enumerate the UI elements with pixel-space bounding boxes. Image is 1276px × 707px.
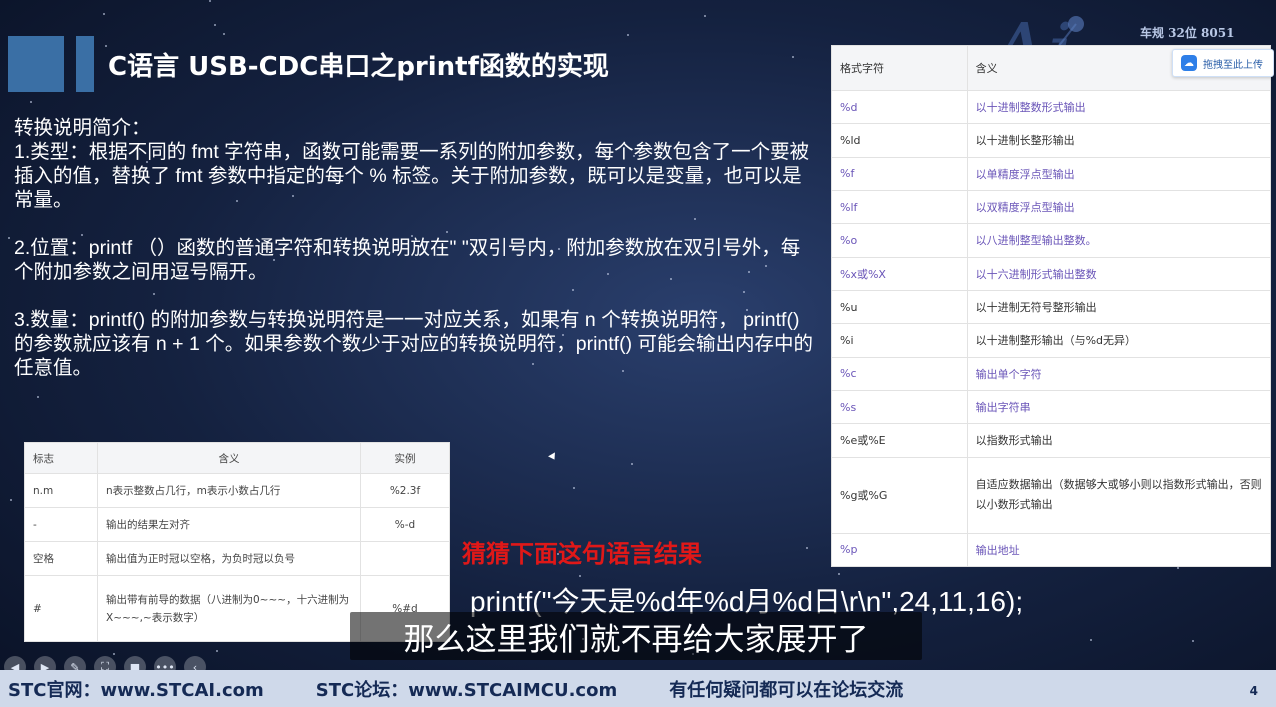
guess-prompt: 猜猜下面这句语言结果 <box>462 540 702 568</box>
star <box>105 45 107 47</box>
table-cell: 以双精度浮点型输出 <box>966 189 1272 225</box>
star <box>806 547 808 549</box>
table-cell: 以十进制整形输出（与%d无异） <box>966 323 1272 358</box>
format-char-table: 格式字符 含义 %d 以十进制整数形式输出 %ld 以十进制长整形输出 %f 以单精度… <box>831 45 1272 568</box>
paragraph-count: 3.数量：printf() 的附加参数与转换说明符是一一对应关系，如果有 n 个… <box>14 309 814 379</box>
table-row: %u 以十进制无符号整形输出 <box>831 289 1272 325</box>
star <box>216 650 218 652</box>
star <box>627 34 629 36</box>
table-cell: 以八进制整型输出整数。 <box>966 223 1272 258</box>
table-row: %i 以十进制整形输出（与%d无异） <box>831 323 1272 358</box>
table-cell: %f <box>831 156 968 191</box>
star <box>209 0 211 2</box>
footer-bar: STC官网：www.STCAI.com STC论坛：www.STCAIMCU.c… <box>0 670 1276 707</box>
star <box>631 463 633 465</box>
star <box>792 56 794 58</box>
table-cell: - <box>24 507 98 542</box>
table-cell: 以十六进制形式输出整数 <box>966 256 1272 291</box>
body-text: 转换说明简介： 1.类型：根据不同的 fmt 字符串，函数可能需要一系列的附加参… <box>14 116 814 404</box>
table-cell: %o <box>831 223 968 258</box>
title-accent-bar <box>76 36 94 92</box>
table-cell: %lf <box>831 189 968 225</box>
table-row: %x或%X 以十六进制形式输出整数 <box>831 256 1272 291</box>
table-cell: 以指数形式输出 <box>966 423 1272 458</box>
table-cell: 以十进制无符号整形输出 <box>966 289 1272 325</box>
page-number: 4 <box>1249 684 1258 698</box>
table-row: %g或%G 自适应数据输出（数据够大或够小则以指数形式输出，否则以小数形式输出 <box>831 456 1272 534</box>
slide-title: C语言 USB-CDC串口之printf函数的实现 <box>108 52 609 82</box>
table-cell: 以十进制整数形式输出 <box>966 89 1272 125</box>
footer-note: 有任何疑问都可以在论坛交流 <box>669 679 904 701</box>
table-row: %c 输出单个字符 <box>831 356 1272 391</box>
table-cell: %i <box>831 323 968 358</box>
table-header: 实例 <box>360 442 450 474</box>
table-header: 格式字符 <box>831 45 968 91</box>
table-cell: 输出的结果左对齐 <box>97 507 361 542</box>
table-cell: n表示整数占几行，m表示小数占几行 <box>97 473 361 508</box>
table-cell: 空格 <box>24 541 98 576</box>
table-cell: %x或%X <box>831 256 968 291</box>
paragraph-type: 转换说明简介： 1.类型：根据不同的 fmt 字符串，函数可能需要一系列的附加参… <box>14 117 810 211</box>
star <box>1090 639 1092 641</box>
upload-button[interactable]: ☁ 拖拽至此上传 <box>1172 49 1274 77</box>
table-row: 空格 输出值为正时冠以空格，为负时冠以负号 <box>24 541 450 576</box>
star <box>103 13 105 15</box>
table-row: %e或%E 以指数形式输出 <box>831 423 1272 458</box>
table-cell: # <box>24 575 98 642</box>
logo-tagline: 车规 32位 8051 <box>1140 26 1235 40</box>
table-cell: %u <box>831 289 968 325</box>
table-cell: %g或%G <box>831 456 968 534</box>
table-row: %lf 以双精度浮点型输出 <box>831 189 1272 225</box>
star <box>1192 640 1194 642</box>
cloud-upload-icon: ☁ <box>1181 55 1197 71</box>
upload-button-label: 拖拽至此上传 <box>1203 59 1263 71</box>
star <box>30 101 32 103</box>
star <box>838 573 840 575</box>
table-row: %ld 以十进制长整形输出 <box>831 123 1272 158</box>
star <box>113 653 115 655</box>
paragraph-position: 2.位置：printf （）函数的普通字符和转换说明放在" "双引号内，附加参数… <box>14 237 801 283</box>
table-header: 标志 <box>24 442 98 474</box>
table-cell: 输出带有前导的数据（八进制为0~~~，十六进制为X~~~,~表示数字） <box>97 575 361 642</box>
table-cell: %s <box>831 389 968 425</box>
video-subtitle: 那么这里我们就不再给大家展开了 <box>350 612 922 660</box>
star <box>223 33 225 35</box>
star <box>8 237 10 239</box>
table-row: %o 以八进制整型输出整数。 <box>831 223 1272 258</box>
star <box>573 487 575 489</box>
table-row: %d 以十进制整数形式输出 <box>831 89 1272 125</box>
table-cell: %ld <box>831 123 968 158</box>
table-cell: %d <box>831 89 968 125</box>
table-cell: %c <box>831 356 968 391</box>
table-cell: n.m <box>24 473 98 508</box>
table-row: n.m n表示整数占几行，m表示小数占几行 %2.3f <box>24 473 450 508</box>
star <box>1177 567 1179 569</box>
table-row: %f 以单精度浮点型输出 <box>831 156 1272 191</box>
table-cell: 输出地址 <box>966 532 1272 568</box>
table-cell: 输出单个字符 <box>966 356 1272 391</box>
table-cell: 输出值为正时冠以空格，为负时冠以负号 <box>97 541 361 576</box>
table-header: 含义 <box>97 442 361 474</box>
table-cell: %2.3f <box>360 473 450 508</box>
title-accent-block <box>8 36 64 92</box>
table-cell: %p <box>831 532 968 568</box>
star <box>10 499 12 501</box>
table-cell: 输出字符串 <box>966 389 1272 425</box>
table-cell: %-d <box>360 507 450 542</box>
star <box>579 575 581 577</box>
footer-site: STC官网：www.STCAI.com <box>8 679 264 701</box>
star <box>704 15 706 17</box>
table-header-row: 标志 含义 实例 <box>24 442 450 474</box>
table-cell: 自适应数据输出（数据够大或够小则以指数形式输出，否则以小数形式输出 <box>966 456 1272 534</box>
table-cell: 以单精度浮点型输出 <box>966 156 1272 191</box>
table-cell <box>360 541 450 576</box>
table-cell: 以十进制长整形输出 <box>966 123 1272 158</box>
star <box>214 24 216 26</box>
table-row: %s 输出字符串 <box>831 389 1272 425</box>
footer-forum: STC论坛：www.STCAIMCU.com <box>315 679 618 701</box>
table-row: - 输出的结果左对齐 %-d <box>24 507 450 542</box>
table-cell: %e或%E <box>831 423 968 458</box>
table-row: %p 输出地址 <box>831 532 1272 568</box>
